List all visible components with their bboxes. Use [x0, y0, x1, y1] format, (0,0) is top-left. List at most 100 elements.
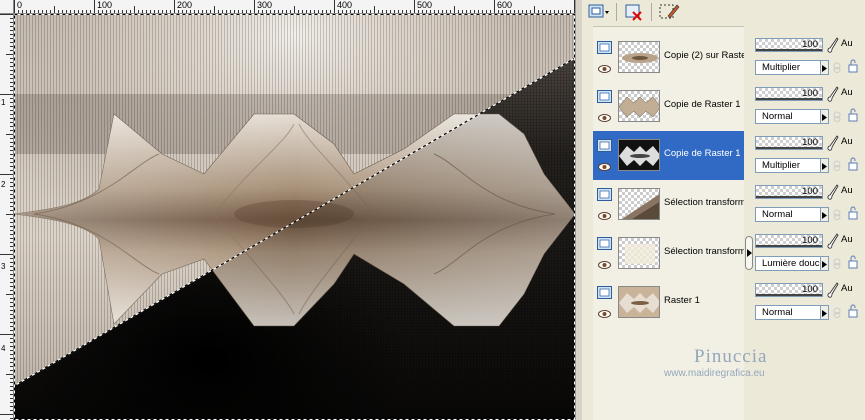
lock-icon[interactable] [847, 255, 859, 269]
eye-icon[interactable] [598, 163, 611, 171]
opacity-slider[interactable]: 100 [755, 136, 823, 150]
ruler-tick [478, 10, 479, 13]
ruler-tick [10, 418, 13, 419]
brush-icon[interactable] [827, 37, 839, 53]
lock-icon[interactable] [847, 206, 859, 220]
ruler-tick [10, 382, 13, 383]
brush-icon[interactable] [827, 184, 839, 200]
brush-icon[interactable] [827, 86, 839, 102]
ruler-tick [386, 10, 387, 13]
blend-mode-select[interactable]: Normal [755, 305, 821, 320]
link-icon[interactable] [832, 111, 842, 122]
ruler-tick [10, 186, 13, 187]
ruler-tick [10, 158, 13, 159]
brush-icon[interactable] [827, 233, 839, 249]
image-canvas[interactable] [14, 14, 575, 420]
ruler-tick [438, 10, 439, 13]
link-icon[interactable] [832, 307, 842, 318]
ruler-tick [10, 34, 13, 35]
ruler-tick [10, 170, 13, 171]
ruler-tick [10, 318, 13, 319]
ruler-tick [6, 54, 13, 55]
lock-icon[interactable] [847, 59, 859, 73]
layer-name: Sélection transformée [664, 197, 744, 208]
blend-mode-dropdown[interactable] [821, 207, 829, 222]
delete-layer-button[interactable] [623, 2, 645, 22]
opacity-slider[interactable]: 100 [755, 234, 823, 248]
palette-split-button[interactable] [745, 236, 753, 270]
ruler-tick [10, 114, 13, 115]
ruler-tick [10, 238, 13, 239]
eye-icon[interactable] [598, 261, 611, 269]
brush-icon[interactable] [827, 135, 839, 151]
opacity-slider[interactable]: 100 [755, 87, 823, 101]
ruler-tick [494, 0, 495, 13]
opacity-slider[interactable]: 100 [755, 283, 823, 297]
eye-icon[interactable] [598, 65, 611, 73]
opacity-slider[interactable]: 100 [755, 185, 823, 199]
ruler-tick [394, 10, 395, 13]
ruler-tick [10, 366, 13, 367]
blend-mode-select[interactable]: Multiplier [755, 158, 821, 173]
ruler-tick [22, 10, 23, 13]
blend-mode-select[interactable]: Lumière douce [755, 256, 821, 271]
ruler-tick [0, 414, 13, 415]
ruler-tick [10, 246, 13, 247]
ruler-tick [194, 10, 195, 13]
layer-row[interactable]: Copie de Raster 1 [593, 82, 744, 131]
blend-mode-dropdown[interactable] [821, 256, 829, 271]
ruler-tick [286, 10, 287, 13]
layer-row[interactable]: Copie de Raster 1 [593, 131, 744, 180]
layer-type-icon [597, 286, 612, 299]
link-icon[interactable] [832, 209, 842, 220]
blend-mode-select[interactable]: Multiplier [755, 60, 821, 75]
blend-mode-dropdown[interactable] [821, 158, 829, 173]
ruler-tick [442, 10, 443, 13]
link-icon[interactable] [832, 160, 842, 171]
blend-mode-dropdown[interactable] [821, 60, 829, 75]
eye-icon[interactable] [598, 212, 611, 220]
ruler-tick [10, 258, 13, 259]
layer-row[interactable]: Raster 1 [593, 278, 744, 327]
layer-row[interactable]: Sélection transformée [593, 180, 744, 229]
ruler-tick [10, 154, 13, 155]
ruler-tick [374, 6, 375, 13]
opacity-slider[interactable]: 100 [755, 38, 823, 52]
eye-icon[interactable] [598, 310, 611, 318]
lock-icon[interactable] [847, 304, 859, 318]
ruler-tick [10, 182, 13, 183]
toolbar-separator [616, 3, 617, 21]
layer-properties-row: 100 Au Multiplier [755, 32, 865, 81]
brush-icon[interactable] [827, 282, 839, 298]
chevron-right-icon [822, 212, 827, 219]
link-icon[interactable] [832, 62, 842, 73]
ruler-tick [26, 10, 27, 13]
ruler-tick [486, 10, 487, 13]
blend-mode-dropdown[interactable] [821, 109, 829, 124]
ruler-tick [10, 110, 13, 111]
edit-selection-button[interactable] [658, 2, 680, 22]
lock-icon[interactable] [847, 108, 859, 122]
link-icon[interactable] [832, 258, 842, 269]
blend-mode-dropdown[interactable] [821, 305, 829, 320]
ruler-tick [338, 10, 339, 13]
blend-mode-select[interactable]: Normal [755, 109, 821, 124]
ruler-tick [82, 10, 83, 13]
lock-icon[interactable] [847, 157, 859, 171]
ruler-tick [10, 298, 13, 299]
ruler-tick [94, 0, 95, 13]
blend-mode-select[interactable]: Normal [755, 207, 821, 222]
ruler-tick [10, 386, 13, 387]
layer-row[interactable]: Copie (2) sur Raster 1 [593, 33, 744, 82]
ruler-tick [10, 26, 13, 27]
ruler-tick [18, 10, 19, 13]
layer-row[interactable]: Sélection transformée [593, 229, 744, 278]
layer-thumbnail [618, 41, 660, 73]
auto-label: Au [841, 283, 853, 294]
ruler-tick [138, 10, 139, 13]
eye-icon[interactable] [598, 114, 611, 122]
ruler-label: 2 [1, 180, 6, 189]
canvas-scrollbar[interactable] [575, 0, 582, 420]
chevron-right-icon [822, 114, 827, 121]
new-layer-button[interactable] [588, 2, 610, 22]
